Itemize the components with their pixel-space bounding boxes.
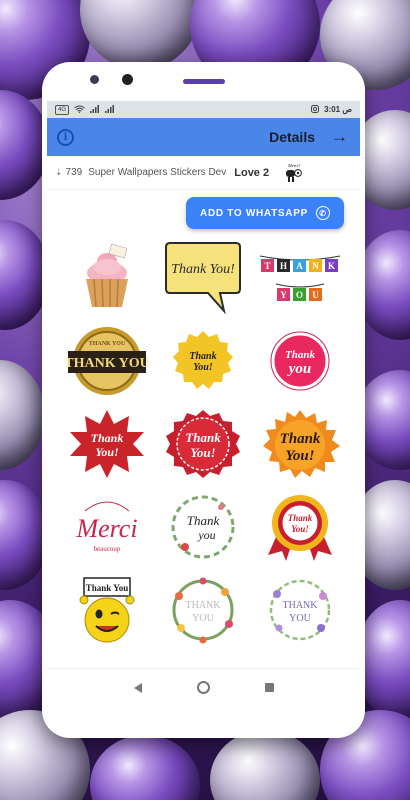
sticker-5-line2: You! — [194, 362, 214, 373]
info-icon[interactable]: i — [57, 128, 74, 146]
sticker-pink-circle[interactable]: Thank you — [252, 322, 348, 399]
sticker-red-scalloped[interactable]: Thank You! — [155, 405, 251, 482]
sticker-14-line2: YOU — [193, 613, 215, 624]
sticker-yellow-badge[interactable]: Thank You! — [155, 322, 251, 399]
back-icon[interactable] — [133, 682, 142, 693]
download-count: ⇣ 739 — [55, 167, 82, 178]
sticker-5-line1: Thank — [190, 351, 217, 362]
sticker-11-line1: Thank — [187, 513, 220, 528]
sticker-4-subtext: THANK YOU — [89, 341, 126, 347]
status-bar: 4G ص 3:01 — [47, 101, 360, 118]
sticker-watercolor-wreath[interactable]: THANK YOU — [252, 571, 348, 648]
sticker-4-text: THANK YOU — [66, 356, 148, 371]
sticker-merci[interactable]: Merci beaucoup — [59, 488, 155, 565]
wifi-icon — [74, 105, 85, 115]
sticker-red-burst[interactable]: Thank You! — [59, 405, 155, 482]
sticker-15-line1: THANK — [282, 600, 318, 611]
add-to-whatsapp-label: ADD TO WHATSAPP — [200, 207, 308, 219]
system-nav-bar — [47, 668, 360, 706]
sticker-14-line1: THANK — [186, 600, 222, 611]
sticker-6-line2: you — [287, 361, 312, 377]
sticker-11-line2: you — [198, 528, 216, 542]
bunting-letter: T — [264, 261, 270, 271]
sticker-cupcake[interactable] — [59, 239, 155, 316]
sticker-flower-wreath[interactable]: THANK YOU — [155, 571, 251, 648]
sticker-12-line1: Thank — [288, 513, 313, 523]
front-camera-icon — [122, 74, 133, 85]
sticker-emoji-sign[interactable]: Thank You — [59, 571, 155, 648]
signal-icon — [90, 104, 100, 115]
home-icon[interactable] — [196, 681, 210, 694]
tray-label: Merci! — [287, 163, 301, 168]
bunting-letter: Y — [280, 290, 287, 300]
bunting-letter: H — [280, 261, 287, 271]
download-count-value: 739 — [65, 167, 83, 178]
front-sensor-icon — [90, 75, 99, 84]
tray-icon: Merci! — [281, 161, 307, 185]
sticker-10-subtext: beaucoup — [94, 545, 121, 553]
bunting-letter: K — [328, 261, 335, 271]
page-title: Details — [269, 129, 315, 145]
developer-name: Super Wallpapers Stickers Dev — [88, 167, 227, 178]
status-time: ص 3:01 — [324, 105, 352, 114]
sticker-10-text: Merci — [76, 514, 138, 543]
whatsapp-icon: ✆ — [315, 206, 330, 220]
earpiece-speaker — [183, 79, 225, 84]
bunting-letter: A — [296, 261, 303, 271]
sticker-thank-you-bubble[interactable]: Thank You! — [155, 239, 251, 316]
download-icon: ⇣ — [55, 167, 63, 177]
sticker-6-line1: Thank — [285, 349, 315, 361]
signal-icon-2 — [105, 104, 115, 115]
sticker-7-line1: Thank — [91, 431, 124, 445]
add-to-whatsapp-button[interactable]: ADD TO WHATSAPP ✆ — [186, 197, 344, 229]
bunting-letter: O — [296, 290, 303, 300]
instagram-icon — [311, 104, 320, 115]
sticker-floral-thank-you[interactable]: Thank you — [155, 488, 251, 565]
sticker-grid: Thank You! THANK YOU THANK YOU THANK YOU — [59, 239, 348, 648]
app-screen: 4G ص 3:01 i Details → ⇣ 739 Super Wallpa… — [47, 101, 360, 706]
sticker-thank-you-bunting[interactable]: THANK YOU — [252, 239, 348, 316]
app-bar: i Details → — [47, 118, 360, 156]
pack-meta-row: ⇣ 739 Super Wallpapers Stickers Dev Love… — [47, 156, 360, 190]
sticker-2-text: Thank You! — [172, 262, 236, 277]
sticker-7-line2: You! — [95, 445, 118, 459]
sticker-9-line2: You! — [285, 448, 314, 464]
phone-frame: 4G ص 3:01 i Details → ⇣ 739 Super Wallpa… — [42, 62, 365, 738]
sticker-8-line2: You! — [191, 445, 216, 460]
network-badge: 4G — [55, 104, 70, 115]
sticker-15-line2: YOU — [289, 613, 311, 624]
sticker-12-line2: You! — [291, 524, 309, 534]
pack-name: Love 2 — [234, 166, 270, 179]
bunting-letter: U — [312, 290, 319, 300]
sticker-8-line1: Thank — [186, 430, 222, 445]
sticker-9-line1: Thank — [279, 431, 320, 447]
bunting-letter: N — [312, 261, 319, 271]
sticker-rosette[interactable]: Thank You! — [252, 488, 348, 565]
sticker-gold-seal[interactable]: THANK YOU THANK YOU — [59, 322, 155, 399]
sticker-orange-badge[interactable]: Thank You! — [252, 405, 348, 482]
arrow-right-icon[interactable]: → — [331, 127, 348, 147]
sticker-13-text: Thank You — [86, 583, 128, 593]
recents-icon[interactable] — [264, 683, 274, 692]
